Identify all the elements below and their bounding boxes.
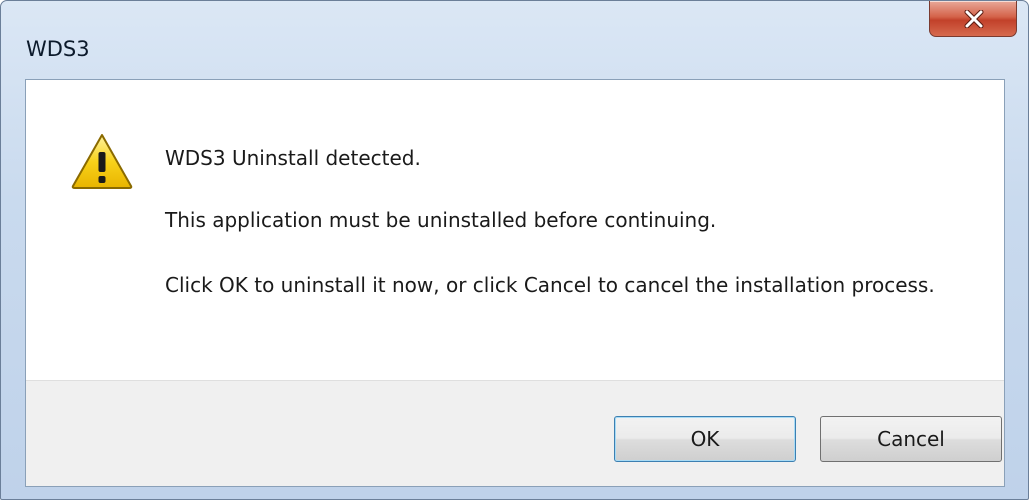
message-heading: WDS3 Uninstall detected. (165, 146, 421, 170)
button-bar: OK Cancel (26, 380, 1004, 486)
ok-button[interactable]: OK (614, 416, 796, 462)
message-area: WDS3 Uninstall detected. This applicatio… (26, 80, 1004, 380)
title-bar[interactable]: WDS3 (1, 1, 1028, 79)
close-button[interactable] (929, 1, 1017, 37)
message-body: This application must be uninstalled bef… (165, 208, 717, 232)
message-instruction: Click OK to uninstall it now, or click C… (165, 273, 935, 297)
warning-icon (71, 134, 133, 189)
cancel-button[interactable]: Cancel (820, 416, 1002, 462)
close-icon (964, 10, 984, 28)
dialog-window: WDS3 WDS3 Uninstall detected. This appli… (0, 0, 1029, 500)
dialog-client-area: WDS3 Uninstall detected. This applicatio… (25, 79, 1005, 487)
window-title: WDS3 (26, 37, 90, 61)
